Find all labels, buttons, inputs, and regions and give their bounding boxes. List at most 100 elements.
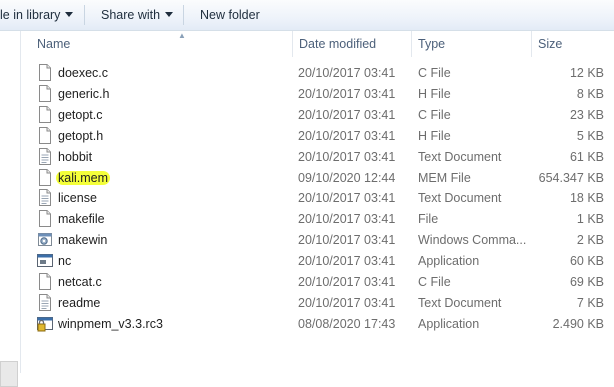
file-type: Application: [418, 254, 480, 269]
file-row[interactable]: doexec.c 20/10/2017 03:41 C File 12 KB: [21, 62, 614, 83]
file-date-modified: 20/10/2017 03:41: [298, 128, 396, 143]
file-type: Text Document: [418, 191, 502, 206]
text-document-icon: [37, 189, 53, 207]
file-type: H File: [418, 128, 451, 143]
file-icon: [37, 210, 53, 228]
file-name: generic.h: [58, 87, 109, 101]
file-date-modified: 20/10/2017 03:41: [298, 254, 396, 269]
file-name: readme: [58, 296, 100, 310]
file-row[interactable]: generic.h 20/10/2017 03:41 H File 8 KB: [21, 83, 614, 104]
file-name-text: kali.mem: [56, 170, 111, 185]
command-bar: le in library Share with New folder: [0, 0, 614, 31]
file-type: Text Document: [418, 295, 502, 310]
batch-file-icon: [37, 231, 53, 248]
column-type[interactable]: Type: [412, 31, 532, 57]
file-name: kali.mem: [56, 170, 111, 185]
file-row[interactable]: license 20/10/2017 03:41 Text Document 18 K…: [21, 187, 614, 208]
toolbar-divider: [183, 5, 184, 25]
file-name: netcat.c: [58, 275, 102, 289]
file-date-modified: 08/08/2020 17:43: [298, 316, 396, 331]
column-type-label: Type: [418, 37, 446, 51]
file-name-text: license: [58, 191, 97, 206]
column-date-label: Date modified: [299, 37, 377, 51]
file-name-text: doexec.c: [58, 66, 109, 80]
file-name: hobbit: [58, 150, 92, 164]
file-icon: [37, 168, 53, 186]
file-name: doexec.c: [58, 66, 108, 80]
file-type: C File: [418, 275, 451, 289]
file-row[interactable]: readme 20/10/2017 03:41 Text Document 7 KB: [21, 292, 614, 313]
file-row[interactable]: winpmem_v3.3.rc3 08/08/2020 17:43 Applicat…: [21, 313, 614, 334]
column-name-label: Name: [37, 37, 71, 51]
file-icon: [37, 126, 53, 144]
file-date-modified: 20/10/2017 03:41: [298, 275, 396, 289]
file-size: 60 KB: [569, 254, 604, 269]
file-name-text: makefile: [58, 212, 105, 227]
navigation-pane: [0, 31, 21, 387]
file-icon: [37, 105, 53, 123]
include-in-library-button[interactable]: le in library: [0, 8, 74, 22]
file-type: Text Document: [418, 149, 502, 164]
text-document-icon: [37, 147, 53, 165]
file-name-text: hobbit: [58, 149, 93, 164]
file-size: 69 KB: [569, 275, 604, 289]
file-row[interactable]: kali.mem 09/10/2020 12:44 MEM File 654.347 …: [21, 167, 614, 188]
file-row[interactable]: nc 20/10/2017 03:41 Application 60 KB: [21, 250, 614, 271]
include-in-library-label: le in library: [0, 8, 61, 22]
chevron-down-icon: [165, 12, 174, 18]
file-name-text: getopt.c: [58, 107, 103, 122]
file-name-text: getopt.h: [58, 128, 104, 143]
file-type: Application: [418, 316, 480, 331]
file-row[interactable]: netcat.c 20/10/2017 03:41 C File 69 KB: [21, 271, 614, 292]
file-type: File: [418, 212, 439, 227]
file-name: makefile: [58, 212, 105, 226]
file-row[interactable]: makewin 20/10/2017 03:41 Windows Comma... 2…: [21, 229, 614, 250]
file-name-text: makewin: [58, 233, 108, 248]
file-name: license: [58, 191, 97, 205]
file-icon: [37, 84, 53, 102]
file-date-modified: 20/10/2017 03:41: [298, 107, 396, 122]
column-name[interactable]: Name: [31, 31, 293, 57]
file-size: 1 KB: [576, 212, 604, 227]
file-row[interactable]: getopt.c 20/10/2017 03:41 C File 23 KB: [21, 104, 614, 125]
file-type: C File: [418, 66, 451, 80]
file-date-modified: 09/10/2020 12:44: [298, 170, 396, 185]
file-name: getopt.c: [58, 108, 102, 122]
file-type: MEM File: [418, 170, 471, 185]
text-document-icon: [37, 293, 53, 311]
file-date-modified: 20/10/2017 03:41: [298, 295, 396, 310]
file-size: 7 KB: [576, 295, 604, 310]
file-type: H File: [418, 86, 451, 101]
file-name: getopt.h: [58, 129, 103, 143]
file-name-text: nc: [58, 254, 72, 269]
file-type: C File: [418, 107, 451, 122]
file-date-modified: 20/10/2017 03:41: [298, 86, 396, 101]
column-date-modified[interactable]: Date modified: [293, 31, 412, 57]
application-icon: [37, 315, 53, 332]
column-header: Name ▲ Date modified Type Size: [21, 31, 614, 57]
file-date-modified: 20/10/2017 03:41: [298, 212, 396, 227]
file-date-modified: 20/10/2017 03:41: [298, 66, 396, 80]
file-size: 61 KB: [569, 149, 604, 164]
file-name-text: netcat.c: [58, 275, 102, 289]
navigation-scrollbar[interactable]: [0, 361, 18, 387]
toolbar-divider: [84, 5, 85, 25]
file-name-text: generic.h: [58, 86, 110, 101]
share-with-button[interactable]: Share with: [101, 8, 174, 22]
chevron-down-icon: [65, 12, 74, 18]
file-row[interactable]: hobbit 20/10/2017 03:41 Text Document 61 KB: [21, 146, 614, 167]
file-row[interactable]: makefile 20/10/2017 03:41 File 1 KB: [21, 208, 614, 229]
file-date-modified: 20/10/2017 03:41: [298, 149, 396, 164]
column-size-label: Size: [538, 37, 563, 51]
new-folder-label: New folder: [200, 8, 260, 22]
column-size[interactable]: Size: [532, 31, 614, 57]
file-size: 654.347 KB: [538, 170, 604, 185]
file-row[interactable]: getopt.h 20/10/2017 03:41 H File 5 KB: [21, 125, 614, 146]
new-folder-button[interactable]: New folder: [200, 8, 260, 22]
sort-ascending-icon: ▲: [178, 31, 186, 40]
file-size: 8 KB: [576, 86, 604, 101]
file-name-text: readme: [58, 295, 101, 310]
file-date-modified: 20/10/2017 03:41: [298, 233, 396, 248]
file-size: 2.490 KB: [552, 316, 604, 331]
file-type: Windows Comma...: [418, 233, 527, 248]
